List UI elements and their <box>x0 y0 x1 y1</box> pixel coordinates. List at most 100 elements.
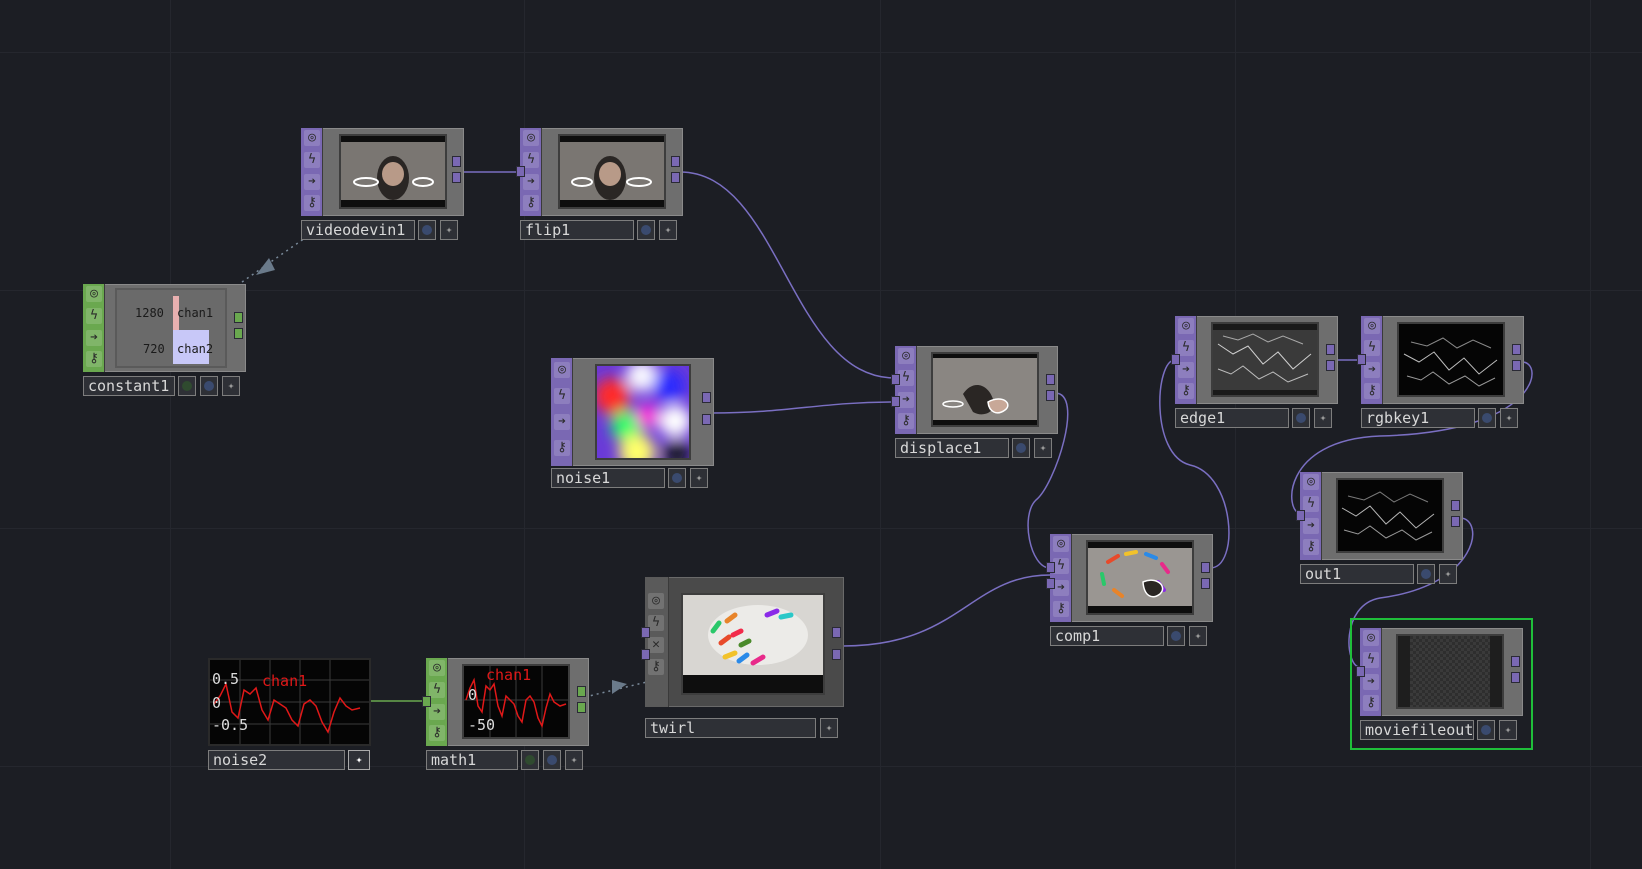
viewer-toggle[interactable] <box>1417 564 1435 584</box>
viewer-toggle[interactable] <box>637 220 655 240</box>
output-connector[interactable] <box>577 686 586 697</box>
target-icon[interactable]: ◎ <box>1363 630 1379 646</box>
star-icon[interactable]: ✦ <box>1500 408 1518 428</box>
arrow-right-icon[interactable]: ➔ <box>898 392 914 408</box>
arrow-right-icon[interactable]: ➔ <box>1364 362 1380 378</box>
star-icon[interactable]: ✦ <box>1314 408 1332 428</box>
input-connector[interactable] <box>641 627 650 638</box>
output-connector[interactable] <box>452 156 461 167</box>
node-viewer[interactable] <box>931 352 1039 427</box>
node-edge1[interactable]: ◎ ϟ ➔ ⚷ edge1 ✦ <box>1171 316 1338 428</box>
node-name-label[interactable]: rgbkey1 <box>1361 408 1475 428</box>
node-viewer[interactable]: 1280 chan1 720 chan2 <box>115 288 227 368</box>
node-displace1[interactable]: ◎ ϟ ➔ ⚷ displace1 ✦ <box>891 346 1058 458</box>
viewer-toggle[interactable] <box>1477 720 1495 740</box>
star-icon[interactable]: ✦ <box>565 750 583 770</box>
node-flip1[interactable]: ◎ ϟ ➔ ⚷ flip1 ✦ <box>516 128 683 240</box>
node-twirl[interactable]: ◎ ϟ ✕ ⚷ twirl ✦ <box>641 577 844 739</box>
node-name-label[interactable]: videodevin1 <box>301 220 415 240</box>
output-connector[interactable] <box>1046 374 1055 385</box>
node-viewer[interactable] <box>1336 478 1444 553</box>
node-viewer[interactable]: 0.5 0 -0.5 chan1 <box>208 658 371 746</box>
node-name-label[interactable]: twirl <box>645 718 816 738</box>
node-name-label[interactable]: constant1 <box>83 376 175 396</box>
node-viewer[interactable] <box>595 364 691 460</box>
node-videodevin1[interactable]: ◎ ϟ ➔ ⚷ videodevin1 ✦ <box>301 128 464 240</box>
arrow-right-icon[interactable]: ➔ <box>1053 580 1069 596</box>
node-name-label[interactable]: displace1 <box>895 438 1009 458</box>
viewer-toggle[interactable] <box>178 376 196 396</box>
node-viewer[interactable] <box>339 134 447 209</box>
output-connector[interactable] <box>1511 672 1520 683</box>
input-connector[interactable] <box>422 696 431 707</box>
output-connector[interactable] <box>1046 390 1055 401</box>
output-connector[interactable] <box>1451 516 1460 527</box>
lock-icon[interactable]: ⚷ <box>1363 695 1379 711</box>
node-out1[interactable]: ◎ ϟ ➔ ⚷ out1 ✦ <box>1296 472 1463 584</box>
output-connector[interactable] <box>1512 360 1521 371</box>
output-connector[interactable] <box>1512 344 1521 355</box>
lightning-icon[interactable]: ϟ <box>1363 652 1379 668</box>
target-icon[interactable]: ◎ <box>1364 318 1380 334</box>
target-icon[interactable]: ◎ <box>648 593 664 609</box>
input-connector[interactable] <box>516 166 525 177</box>
output-connector[interactable] <box>1201 562 1210 573</box>
output-connector[interactable] <box>1326 360 1335 371</box>
lightning-icon[interactable]: ϟ <box>1178 340 1194 356</box>
star-icon[interactable]: ✦ <box>440 220 458 240</box>
target-icon[interactable]: ◎ <box>1053 536 1069 552</box>
star-icon[interactable]: ✦ <box>820 718 838 738</box>
viewer-toggle[interactable] <box>1167 626 1185 646</box>
output-connector[interactable] <box>452 172 461 183</box>
input-connector[interactable] <box>891 396 900 407</box>
arrow-right-icon[interactable]: ➔ <box>523 174 539 190</box>
export-constant1-videodevin1[interactable] <box>241 237 306 283</box>
node-noise1[interactable]: ◎ ϟ ➔ ⚷ noise1 ✦ <box>551 358 714 490</box>
star-icon[interactable]: ✦ <box>1499 720 1517 740</box>
lightning-icon[interactable]: ϟ <box>898 370 914 386</box>
output-connector[interactable] <box>702 392 711 403</box>
arrow-right-icon[interactable]: ➔ <box>429 704 445 720</box>
arrow-right-icon[interactable]: ➔ <box>554 414 570 430</box>
node-comp1[interactable]: ◎ ϟ ➔ ⚷ comp1 ✦ <box>1046 534 1213 646</box>
target-icon[interactable]: ◎ <box>1178 318 1194 334</box>
viewer-toggle[interactable] <box>1292 408 1310 428</box>
lightning-icon[interactable]: ϟ <box>1053 558 1069 574</box>
node-name-label[interactable]: math1 <box>426 750 518 770</box>
lock-icon[interactable]: ⚷ <box>304 195 320 211</box>
lightning-icon[interactable]: ϟ <box>648 615 664 631</box>
viewer-toggle[interactable] <box>1478 408 1496 428</box>
star-icon[interactable]: ✦ <box>1034 438 1052 458</box>
lightning-icon[interactable]: ϟ <box>554 388 570 404</box>
star-icon[interactable]: ✦ <box>348 750 370 770</box>
lock-icon[interactable]: ⚷ <box>1178 383 1194 399</box>
arrow-right-icon[interactable]: ➔ <box>1178 362 1194 378</box>
input-connector[interactable] <box>1046 562 1055 573</box>
node-name-label[interactable]: out1 <box>1300 564 1414 584</box>
target-icon[interactable]: ◎ <box>523 130 539 146</box>
star-icon[interactable]: ✦ <box>690 468 708 488</box>
input-connector[interactable] <box>1046 578 1055 589</box>
star-icon[interactable]: ✦ <box>1189 626 1207 646</box>
input-connector[interactable] <box>1356 666 1365 677</box>
output-connector[interactable] <box>671 172 680 183</box>
node-noise2[interactable]: 0.5 0 -0.5 chan1 noise2 ✦ <box>208 658 371 770</box>
viewer-toggle[interactable] <box>418 220 436 240</box>
node-constant1[interactable]: ◎ ϟ ➔ ⚷ 1280 chan1 720 chan2 constant1 ✦ <box>83 284 246 396</box>
lock-icon[interactable]: ⚷ <box>648 659 664 675</box>
output-connector[interactable] <box>832 649 841 660</box>
node-rgbkey1[interactable]: ◎ ϟ ➔ ⚷ rgbkey1 ✦ <box>1357 316 1524 428</box>
output-connector[interactable] <box>234 312 243 323</box>
node-name-label[interactable]: noise1 <box>551 468 665 488</box>
node-name-label[interactable]: noise2 <box>208 750 345 770</box>
lock-icon[interactable]: ⚷ <box>554 440 570 456</box>
wire-flip1-displace1[interactable] <box>679 171 896 379</box>
output-connector[interactable] <box>1451 500 1460 511</box>
node-name-label[interactable]: edge1 <box>1175 408 1289 428</box>
target-icon[interactable]: ◎ <box>1303 474 1319 490</box>
output-connector[interactable] <box>577 702 586 713</box>
output-connector[interactable] <box>1201 578 1210 589</box>
lock-icon[interactable]: ⚷ <box>1364 383 1380 399</box>
lightning-icon[interactable]: ϟ <box>523 152 539 168</box>
node-name-label[interactable]: comp1 <box>1050 626 1164 646</box>
